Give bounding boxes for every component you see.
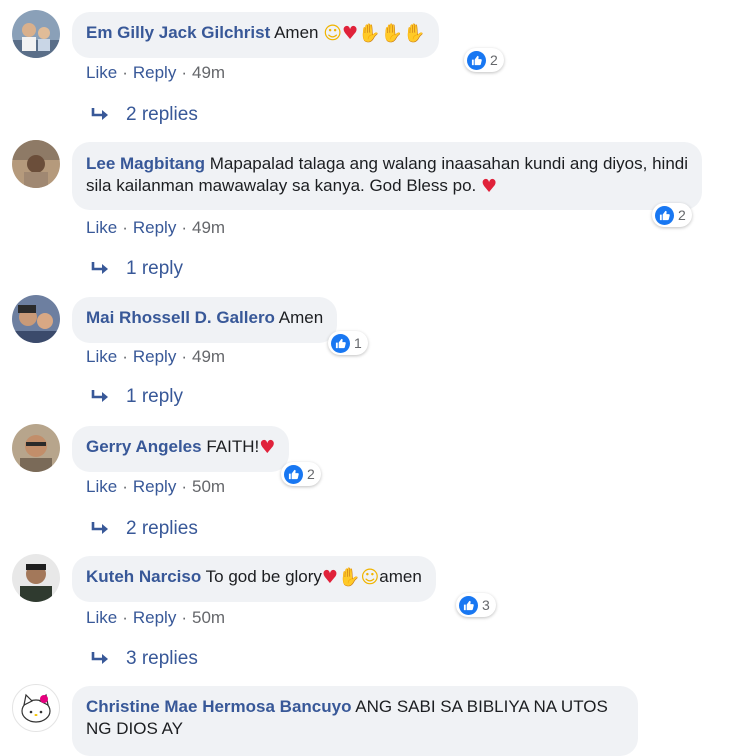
heart-icon: ♥ xyxy=(480,176,498,197)
reply-link[interactable]: Reply xyxy=(133,608,176,627)
reaction-count[interactable]: 3 xyxy=(456,593,496,617)
replies-label: 1 reply xyxy=(126,386,184,407)
heart-icon: ♥ xyxy=(259,437,276,458)
like-icon xyxy=(331,333,350,353)
comment-bubble: Gerry Angeles FAITH!♥ xyxy=(72,426,290,472)
separator-dot: · xyxy=(181,63,187,82)
comment-author[interactable]: Kuteh Narciso xyxy=(86,567,201,586)
view-replies-link[interactable]: 1 reply xyxy=(90,258,183,280)
separator-dot: · xyxy=(122,477,128,496)
avatar[interactable] xyxy=(12,295,60,343)
reaction-count-label: 1 xyxy=(354,335,362,351)
separator-dot: · xyxy=(122,608,128,627)
reply-link[interactable]: Reply xyxy=(133,218,176,237)
reply-arrow-icon xyxy=(91,390,108,402)
separator-dot: · xyxy=(181,218,187,237)
replies-label: 2 replies xyxy=(126,518,198,539)
avatar[interactable] xyxy=(12,684,60,732)
comment-time[interactable]: 49m xyxy=(192,63,225,82)
reply-arrow-icon xyxy=(91,108,108,120)
reaction-count[interactable]: 1 xyxy=(328,331,368,355)
comment-author[interactable]: Christine Mae Hermosa Bancuyo xyxy=(86,697,351,716)
heart-icon: ♥ xyxy=(341,23,359,44)
comment-author[interactable]: Em Gilly Jack Gilchrist xyxy=(86,23,270,42)
like-icon xyxy=(284,464,303,484)
comment-actions: Like · Reply · 49m xyxy=(86,218,225,238)
comment-text: FAITH! xyxy=(206,437,260,456)
reaction-count[interactable]: 2 xyxy=(652,203,692,227)
folded-hands-icon: ✋ xyxy=(380,23,403,44)
comment-bubble: Christine Mae Hermosa Bancuyo ANG SABI S… xyxy=(72,686,638,756)
separator-dot: · xyxy=(181,347,187,366)
comment-text: To god be glory xyxy=(205,567,322,586)
reply-arrow-icon xyxy=(91,522,108,534)
heart-icon: ♥ xyxy=(321,567,339,588)
separator-dot: · xyxy=(122,347,128,366)
comment-bubble: Mai Rhossell D. Gallero Amen xyxy=(72,297,338,343)
comment-author[interactable]: Mai Rhossell D. Gallero xyxy=(86,308,275,327)
reaction-count-label: 2 xyxy=(490,52,498,68)
replies-label: 2 replies xyxy=(126,104,198,125)
comment-actions: Like · Reply · 49m xyxy=(86,63,225,83)
folded-hands-icon: ✋ xyxy=(338,567,361,588)
like-link[interactable]: Like xyxy=(86,477,117,496)
reply-arrow-icon xyxy=(91,652,108,664)
view-replies-link[interactable]: 1 reply xyxy=(90,386,183,408)
like-icon xyxy=(655,205,674,225)
reaction-count-label: 2 xyxy=(678,207,686,223)
avatar[interactable] xyxy=(12,554,60,602)
comment-text-after: amen xyxy=(379,567,422,586)
view-replies-link[interactable]: 2 replies xyxy=(90,104,198,126)
separator-dot: · xyxy=(181,608,187,627)
reply-link[interactable]: Reply xyxy=(133,347,176,366)
reaction-count-label: 3 xyxy=(482,597,490,613)
comment-actions: Like · Reply · 49m xyxy=(86,347,225,367)
reaction-count-label: 2 xyxy=(307,466,315,482)
comment-time[interactable]: 49m xyxy=(192,347,225,366)
reply-link[interactable]: Reply xyxy=(133,477,176,496)
hello-kitty-icon xyxy=(21,693,51,723)
comment-text: Amen xyxy=(274,23,319,42)
comment-actions: Like · Reply · 50m xyxy=(86,477,225,497)
comment-text: Amen xyxy=(278,308,324,327)
comment-time[interactable]: 50m xyxy=(192,608,225,627)
comment-bubble: Em Gilly Jack Gilchrist Amen ☺♥✋✋✋ xyxy=(72,12,440,58)
avatar[interactable] xyxy=(12,140,60,188)
comment-actions: Like · Reply · 50m xyxy=(86,608,225,628)
separator-dot: · xyxy=(122,218,128,237)
like-link[interactable]: Like xyxy=(86,63,117,82)
reaction-count[interactable]: 2 xyxy=(464,48,504,72)
comment-author[interactable]: Lee Magbitang xyxy=(86,154,205,173)
comment-bubble: Kuteh Narciso To god be glory♥✋☺amen xyxy=(72,556,436,602)
smiling-face-with-halo-icon: ☺ xyxy=(360,567,380,588)
folded-hands-icon: ✋ xyxy=(402,23,426,44)
reply-link[interactable]: Reply xyxy=(133,63,176,82)
avatar[interactable] xyxy=(12,10,60,58)
reply-arrow-icon xyxy=(91,262,108,274)
replies-label: 1 reply xyxy=(126,258,184,279)
comment-bubble: Lee Magbitang Mapapalad talaga ang walan… xyxy=(72,142,702,210)
comment-author[interactable]: Gerry Angeles xyxy=(86,437,202,456)
like-link[interactable]: Like xyxy=(86,608,117,627)
like-icon xyxy=(459,595,478,615)
replies-label: 3 replies xyxy=(126,648,198,669)
comment-time[interactable]: 50m xyxy=(192,477,225,496)
view-replies-link[interactable]: 3 replies xyxy=(90,648,198,670)
reaction-count[interactable]: 2 xyxy=(281,462,321,486)
separator-dot: · xyxy=(122,63,128,82)
comment-time[interactable]: 49m xyxy=(192,218,225,237)
like-link[interactable]: Like xyxy=(86,218,117,237)
like-link[interactable]: Like xyxy=(86,347,117,366)
like-icon xyxy=(467,50,486,70)
avatar[interactable] xyxy=(12,424,60,472)
smiling-face-with-halo-icon: ☺ xyxy=(323,23,342,44)
view-replies-link[interactable]: 2 replies xyxy=(90,518,198,540)
folded-hands-icon: ✋ xyxy=(358,23,381,44)
separator-dot: · xyxy=(181,477,187,496)
